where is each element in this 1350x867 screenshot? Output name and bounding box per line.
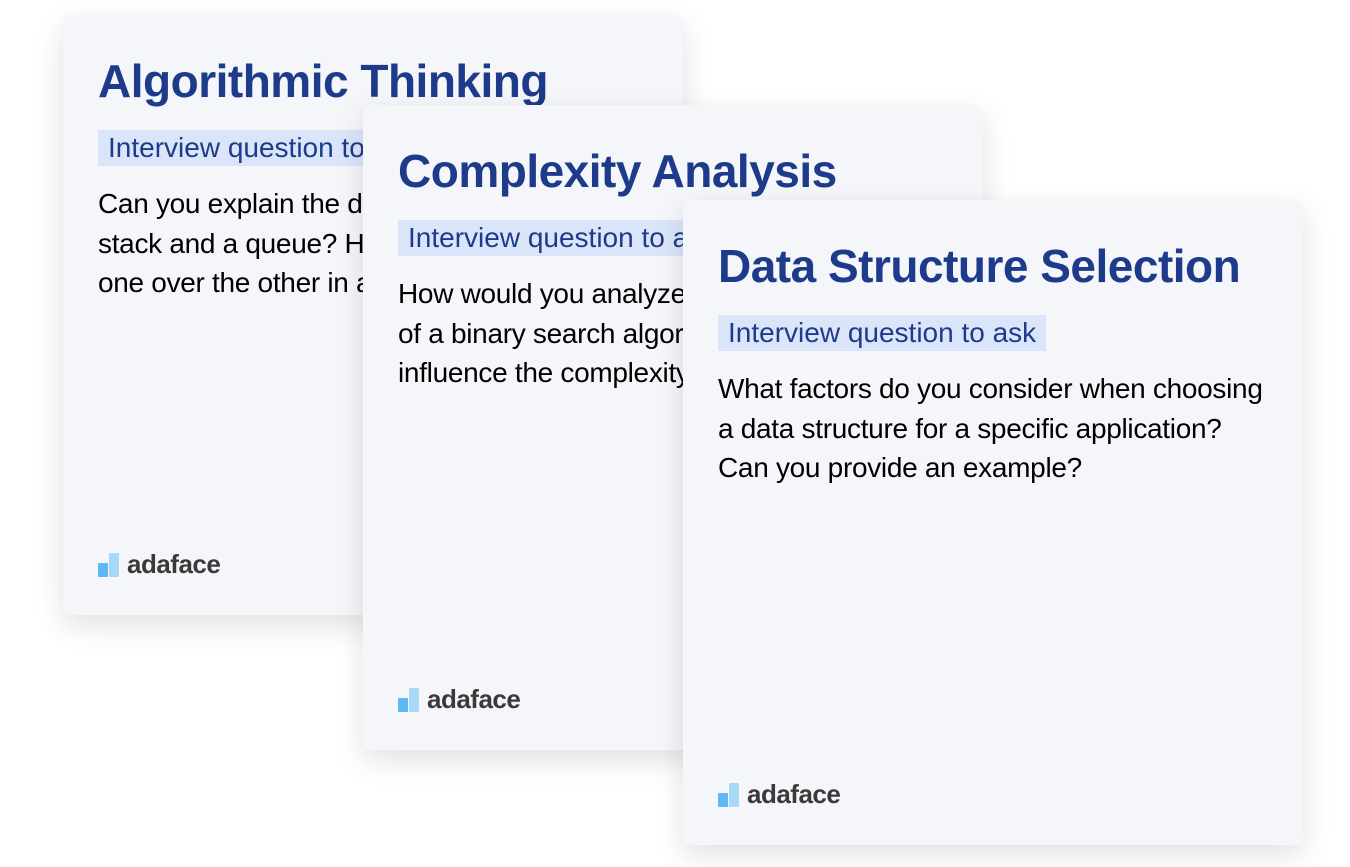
adaface-icon bbox=[718, 783, 739, 807]
brand-name: adaface bbox=[127, 549, 220, 580]
card-title: Data Structure Selection bbox=[718, 240, 1268, 293]
brand-logo: adaface bbox=[98, 549, 220, 580]
interview-card-3: Data Structure Selection Interview quest… bbox=[683, 200, 1303, 845]
brand-name: adaface bbox=[747, 779, 840, 810]
card-subtitle: Interview question to ask bbox=[718, 315, 1046, 351]
card-subtitle: Interview question to ask bbox=[398, 220, 726, 256]
brand-logo: adaface bbox=[398, 684, 520, 715]
brand-name: adaface bbox=[427, 684, 520, 715]
adaface-icon bbox=[398, 688, 419, 712]
adaface-icon bbox=[98, 553, 119, 577]
question-text: What factors do you consider when choosi… bbox=[718, 369, 1268, 488]
card-title: Algorithmic Thinking bbox=[98, 55, 648, 108]
brand-logo: adaface bbox=[718, 779, 840, 810]
card-title: Complexity Analysis bbox=[398, 145, 948, 198]
